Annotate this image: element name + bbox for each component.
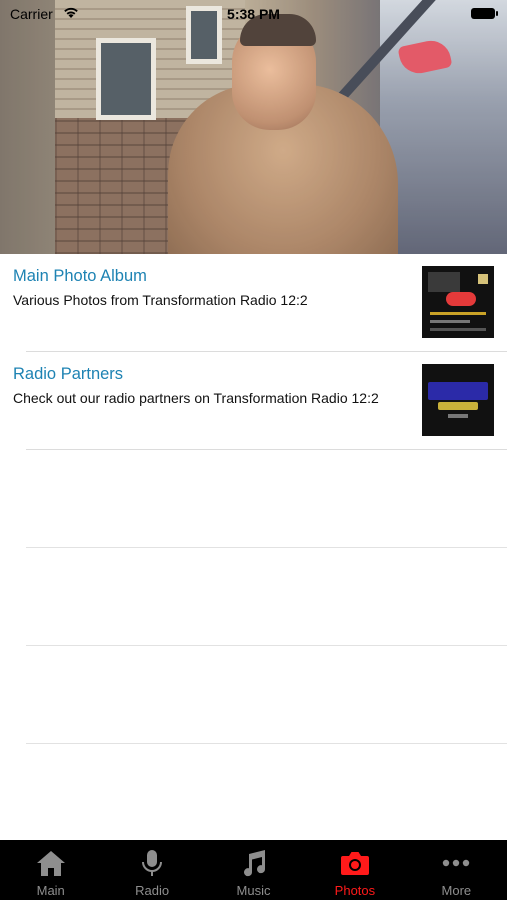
album-subtitle: Various Photos from Transformation Radio… [13, 292, 308, 308]
album-title: Radio Partners [13, 365, 124, 383]
camera-icon [340, 852, 369, 875]
tab-more[interactable]: More [406, 840, 507, 900]
album-list: Main Photo Album Various Photos from Tra… [0, 254, 507, 744]
logo-graphic [448, 414, 468, 418]
flyer-graphic [430, 312, 486, 315]
album-row-main-photo-album[interactable]: Main Photo Album Various Photos from Tra… [13, 254, 507, 352]
empty-list-row [26, 646, 507, 744]
flyer-graphic [430, 320, 470, 323]
more-dots-icon [443, 859, 470, 867]
flyer-graphic [446, 292, 476, 306]
album-subtitle: Check out our radio partners on Transfor… [13, 390, 379, 406]
album-row-radio-partners[interactable]: Radio Partners Check out our radio partn… [13, 352, 507, 450]
empty-list-row [26, 450, 507, 548]
home-icon [36, 851, 65, 876]
tab-label: Radio [135, 883, 170, 898]
flyer-graphic [430, 328, 486, 331]
tab-label: Photos [334, 883, 376, 898]
photo-haze-overlay [0, 0, 507, 254]
music-note-icon [243, 850, 265, 877]
header-photo [0, 0, 507, 254]
album-thumbnail [422, 364, 494, 436]
tab-photos[interactable]: Photos [304, 840, 405, 900]
tab-label: Music [236, 883, 271, 898]
microphone-icon [142, 850, 163, 876]
tab-bar: Main Radio Music Photos More [0, 840, 507, 900]
battery-icon [471, 8, 498, 19]
logo-graphic [438, 402, 478, 410]
empty-list-row [26, 548, 507, 646]
logo-graphic [428, 382, 488, 400]
album-title: Main Photo Album [13, 267, 147, 285]
tab-music[interactable]: Music [203, 840, 304, 900]
flyer-graphic [478, 274, 488, 284]
status-time: 5:38 PM [227, 6, 280, 22]
tab-main[interactable]: Main [0, 840, 101, 900]
tab-label: Main [36, 883, 65, 898]
tab-radio[interactable]: Radio [101, 840, 202, 900]
tab-label: More [441, 883, 472, 898]
status-bar: Carrier 5:38 PM [0, 0, 507, 28]
album-thumbnail [422, 266, 494, 338]
flyer-graphic [428, 272, 460, 292]
